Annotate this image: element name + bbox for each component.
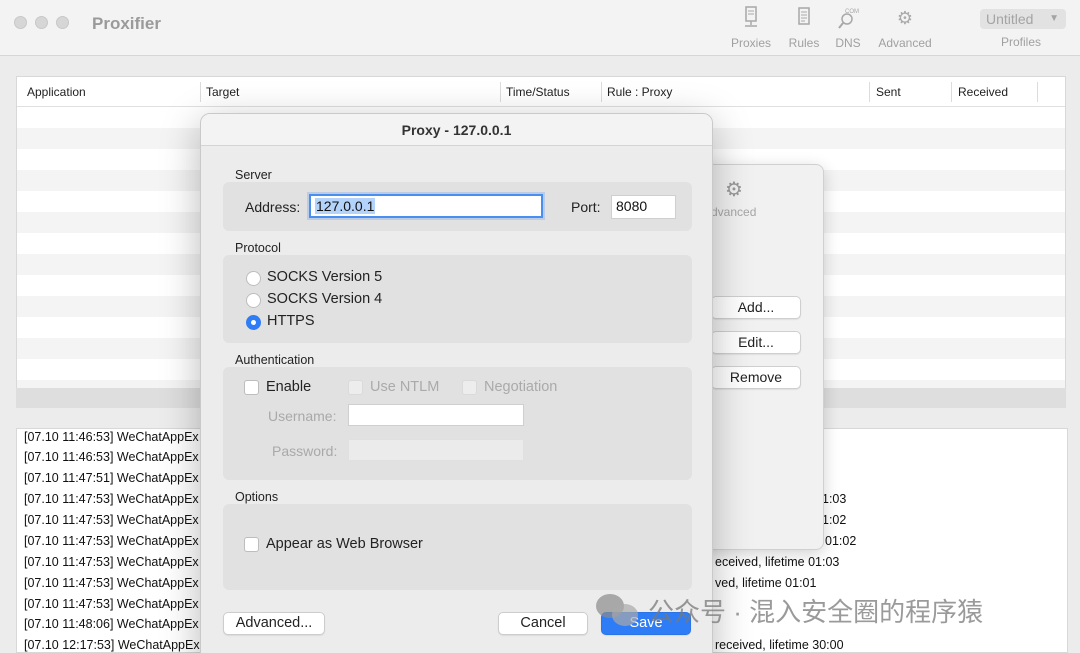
enable-auth-checkbox[interactable] [244,380,259,395]
options-section-label: Options [235,490,279,504]
toolbar-advanced-button[interactable]: ⚙ Advanced [874,6,936,50]
cancel-button[interactable]: Cancel [498,612,588,635]
column-divider[interactable] [869,82,870,102]
column-divider[interactable] [500,82,501,102]
log-line: [07.10 11:47:53] WeChatAppEx [24,492,199,506]
log-line-tail: received, lifetime 30:00 [715,638,844,652]
toolbar-proxies-label: Proxies [730,36,771,50]
negotiation-checkbox [462,380,477,395]
radio-socks4[interactable] [246,293,261,308]
log-line: [07.10 11:47:53] WeChatAppEx [24,576,199,590]
port-label: Port: [571,199,601,215]
column-divider[interactable] [601,82,602,102]
toolbar-rules-button[interactable]: Rules [784,6,824,50]
radio-https[interactable] [246,315,261,330]
radio-https-label[interactable]: HTTPS [267,313,315,329]
proxies-icon [728,6,774,30]
app-title: Proxifier [92,14,161,33]
close-window-button[interactable] [14,16,27,29]
log-line: [07.10 11:46:53] WeChatAppEx [24,450,199,464]
options-group: Appear as Web Browser [223,504,692,590]
address-label: Address: [245,199,301,215]
advanced-button[interactable]: Advanced... [223,612,325,635]
add-proxy-button[interactable]: Add... [711,296,801,319]
use-ntlm-checkbox [348,380,363,395]
toolbar-proxies-button[interactable]: Proxies [728,6,774,50]
column-divider[interactable] [200,82,201,102]
port-value: 8080 [616,198,648,214]
profiles-label: Profiles [1001,35,1042,49]
log-line-tail: ved, lifetime 01:01 [715,576,817,590]
log-line: [07.10 11:47:51] WeChatAppEx [24,471,199,485]
radio-socks4-label[interactable]: SOCKS Version 4 [267,291,382,307]
password-label: Password: [272,443,338,459]
toolbar-rules-label: Rules [788,36,820,50]
protocol-section-label: Protocol [235,241,281,255]
column-header-target[interactable]: Target [206,85,239,99]
column-header-time-status[interactable]: Time/Status [506,85,570,99]
log-line-tail: eceived, lifetime 01:03 [715,555,840,569]
username-label: Username: [268,408,337,424]
log-line: [07.10 12:17:53] WeChatAppEx [24,638,200,652]
authentication-section-label: Authentication [235,353,315,367]
gear-icon: ⚙ [896,8,914,28]
watermark: 公众号 · 混入安全圈的程序猿 [596,592,983,628]
wechat-logo-icon [596,592,640,628]
server-group: Address: 127.0.0.1 Port: 8080 [223,182,692,231]
gear-icon: ⚙ [725,179,743,201]
toolbar-dns-label: DNS [835,36,861,50]
username-input [348,404,524,426]
profile-select[interactable]: Untitled ▼ [980,9,1066,29]
web-browser-label[interactable]: Appear as Web Browser [266,536,423,552]
server-section-label: Server [235,168,272,182]
log-line: [07.10 11:47:53] WeChatAppEx [24,513,199,527]
log-line-tail: 1:02 [822,513,847,527]
address-input[interactable]: 127.0.0.1 [309,194,543,218]
proxy-dialog: Proxy - 127.0.0.1 Server Address: 127.0.… [200,113,713,653]
use-ntlm-label: Use NTLM [370,379,440,395]
web-browser-checkbox[interactable] [244,537,259,552]
edit-proxy-button[interactable]: Edit... [711,331,801,354]
column-divider[interactable] [951,82,952,102]
column-header-sent[interactable]: Sent [876,85,901,99]
log-line: [07.10 11:47:53] WeChatAppEx [24,534,199,548]
log-line-tail: 1:03 [822,492,847,506]
protocol-group: SOCKS Version 5 SOCKS Version 4 HTTPS [223,255,692,343]
log-line: [07.10 11:47:53] WeChatAppEx [24,555,199,569]
log-line: [07.10 11:47:53] WeChatAppEx [24,597,199,611]
address-value: 127.0.0.1 [315,198,376,214]
toolbar-dns-button[interactable]: COM DNS [830,6,866,50]
remove-proxy-button[interactable]: Remove [711,366,801,389]
dialog-title: Proxy - 127.0.0.1 [201,114,712,146]
chevron-down-icon: ▼ [1049,13,1059,24]
radio-socks5-label[interactable]: SOCKS Version 5 [267,269,382,285]
negotiation-label: Negotiation [484,379,558,395]
column-header-rule-proxy[interactable]: Rule : Proxy [607,85,672,99]
log-line-tail: 01:02 [825,534,857,548]
column-divider[interactable] [1037,82,1038,102]
enable-auth-label[interactable]: Enable [266,379,311,395]
watermark-text: 公众号 · 混入安全圈的程序猿 [648,596,984,627]
port-input[interactable]: 8080 [611,195,676,219]
toolbar-advanced-label: Advanced [878,36,932,50]
zoom-window-button[interactable] [56,16,69,29]
log-line: [07.10 11:46:53] WeChatAppEx [24,430,199,444]
column-header-received[interactable]: Received [958,85,1008,99]
connections-table-header: Application Target Time/Status Rule : Pr… [17,77,1065,107]
authentication-group: Enable Use NTLM Negotiation Username: Pa… [223,367,692,480]
rules-icon [784,6,824,30]
dns-icon: COM [830,6,866,30]
radio-socks5[interactable] [246,271,261,286]
column-header-application[interactable]: Application [27,85,86,99]
profile-select-value: Untitled [986,11,1034,27]
minimize-window-button[interactable] [35,16,48,29]
password-input [348,439,524,461]
window-titlebar: Proxifier Proxies Rules COM DNS ⚙ Advanc… [0,0,1080,56]
log-line: [07.10 11:48:06] WeChatAppEx [24,617,199,631]
